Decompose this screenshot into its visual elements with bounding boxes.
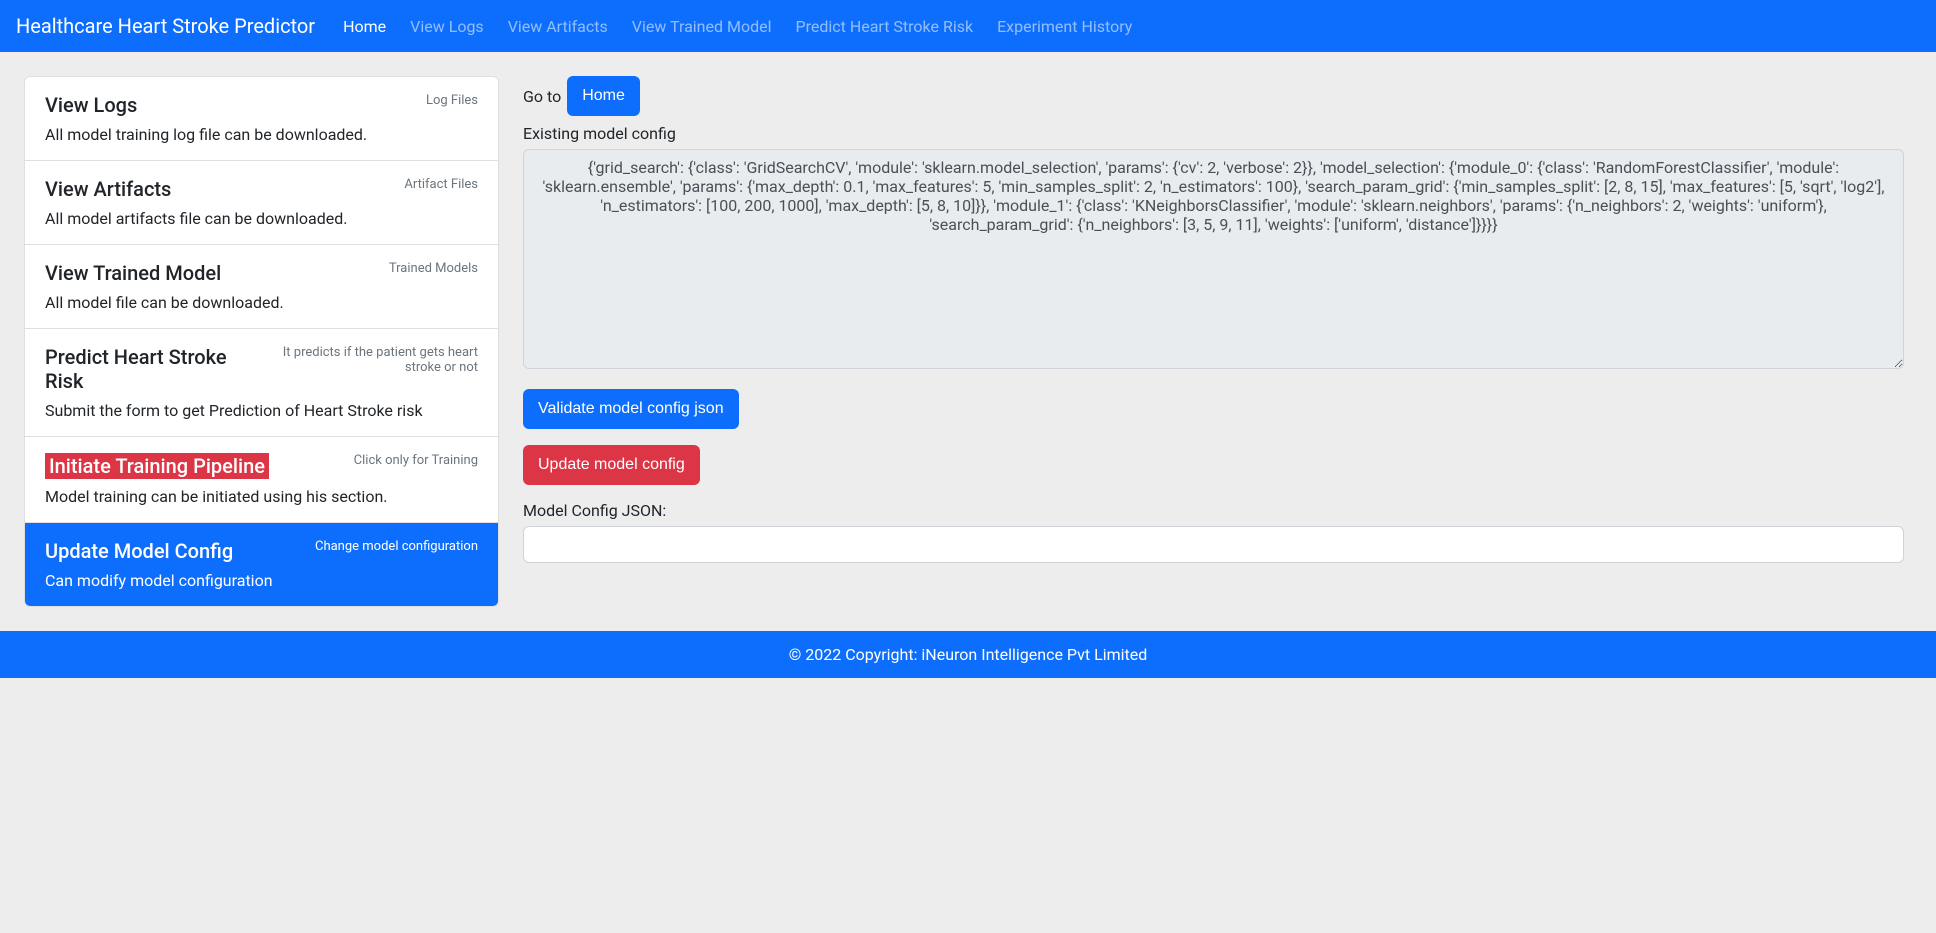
existing-config-label: Existing model config: [523, 124, 1904, 143]
navbar-brand[interactable]: Healthcare Heart Stroke Predictor: [16, 8, 327, 44]
sidebar-item-view-artifacts[interactable]: View Artifacts Artifact Files All model …: [25, 161, 498, 245]
sidebar-item-small: It predicts if the patient gets heart st…: [258, 345, 478, 375]
sidebar-item-small: Trained Models: [389, 261, 478, 276]
sidebar-item-desc: Submit the form to get Prediction of Hea…: [45, 401, 478, 420]
sidebar-item-view-logs[interactable]: View Logs Log Files All model training l…: [25, 77, 498, 161]
sidebar-item-small: Click only for Training: [354, 453, 478, 468]
nav-view-trained-model[interactable]: View Trained Model: [624, 9, 780, 44]
sidebar-item-small: Log Files: [426, 93, 478, 108]
sidebar-item-predict-risk[interactable]: Predict Heart Stroke Risk It predicts if…: [25, 329, 498, 437]
update-config-button[interactable]: Update model config: [523, 445, 700, 485]
sidebar-item-title: Update Model Config: [45, 539, 233, 563]
sidebar-item-desc: All model training log file can be downl…: [45, 125, 478, 144]
sidebar-item-initiate-training[interactable]: Initiate Training Pipeline Click only fo…: [25, 437, 498, 523]
sidebar: View Logs Log Files All model training l…: [24, 76, 499, 607]
sidebar-item-desc: All model artifacts file can be download…: [45, 209, 478, 228]
sidebar-item-desc: Can modify model configuration: [45, 571, 478, 590]
validate-config-button[interactable]: Validate model config json: [523, 389, 739, 429]
sidebar-item-small: Artifact Files: [404, 177, 478, 192]
sidebar-item-update-model-config[interactable]: Update Model Config Change model configu…: [25, 523, 498, 606]
nav-predict-risk[interactable]: Predict Heart Stroke Risk: [787, 9, 981, 44]
footer: © 2022 Copyright: iNeuron Intelligence P…: [0, 631, 1936, 678]
existing-config-textarea[interactable]: [523, 149, 1904, 369]
sidebar-item-title: View Logs: [45, 93, 137, 117]
footer-copyright: © 2022 Copyright:: [789, 645, 922, 664]
sidebar-item-desc: All model file can be downloaded.: [45, 293, 478, 312]
goto-home-button[interactable]: Home: [567, 76, 640, 116]
nav-view-logs[interactable]: View Logs: [402, 9, 492, 44]
navbar: Healthcare Heart Stroke Predictor Home V…: [0, 0, 1936, 52]
goto-label: Go to: [523, 87, 561, 106]
sidebar-item-title: Initiate Training Pipeline: [45, 453, 269, 479]
sidebar-item-desc: Model training can be initiated using hi…: [45, 487, 478, 506]
sidebar-item-title: Predict Heart Stroke Risk: [45, 345, 246, 393]
sidebar-item-title: View Artifacts: [45, 177, 171, 201]
footer-company-link[interactable]: iNeuron Intelligence Pvt Limited: [921, 645, 1147, 664]
main-panel: Go to Home Existing model config Validat…: [523, 76, 1912, 579]
sidebar-item-small: Change model configuration: [315, 539, 478, 554]
model-config-json-label: Model Config JSON:: [523, 501, 1904, 520]
nav-experiment-history[interactable]: Experiment History: [989, 9, 1140, 44]
nav-view-artifacts[interactable]: View Artifacts: [500, 9, 616, 44]
nav-home[interactable]: Home: [335, 9, 394, 44]
main-container: View Logs Log Files All model training l…: [0, 52, 1936, 631]
sidebar-item-view-trained-model[interactable]: View Trained Model Trained Models All mo…: [25, 245, 498, 329]
model-config-json-input[interactable]: [523, 526, 1904, 563]
sidebar-item-title: View Trained Model: [45, 261, 221, 285]
